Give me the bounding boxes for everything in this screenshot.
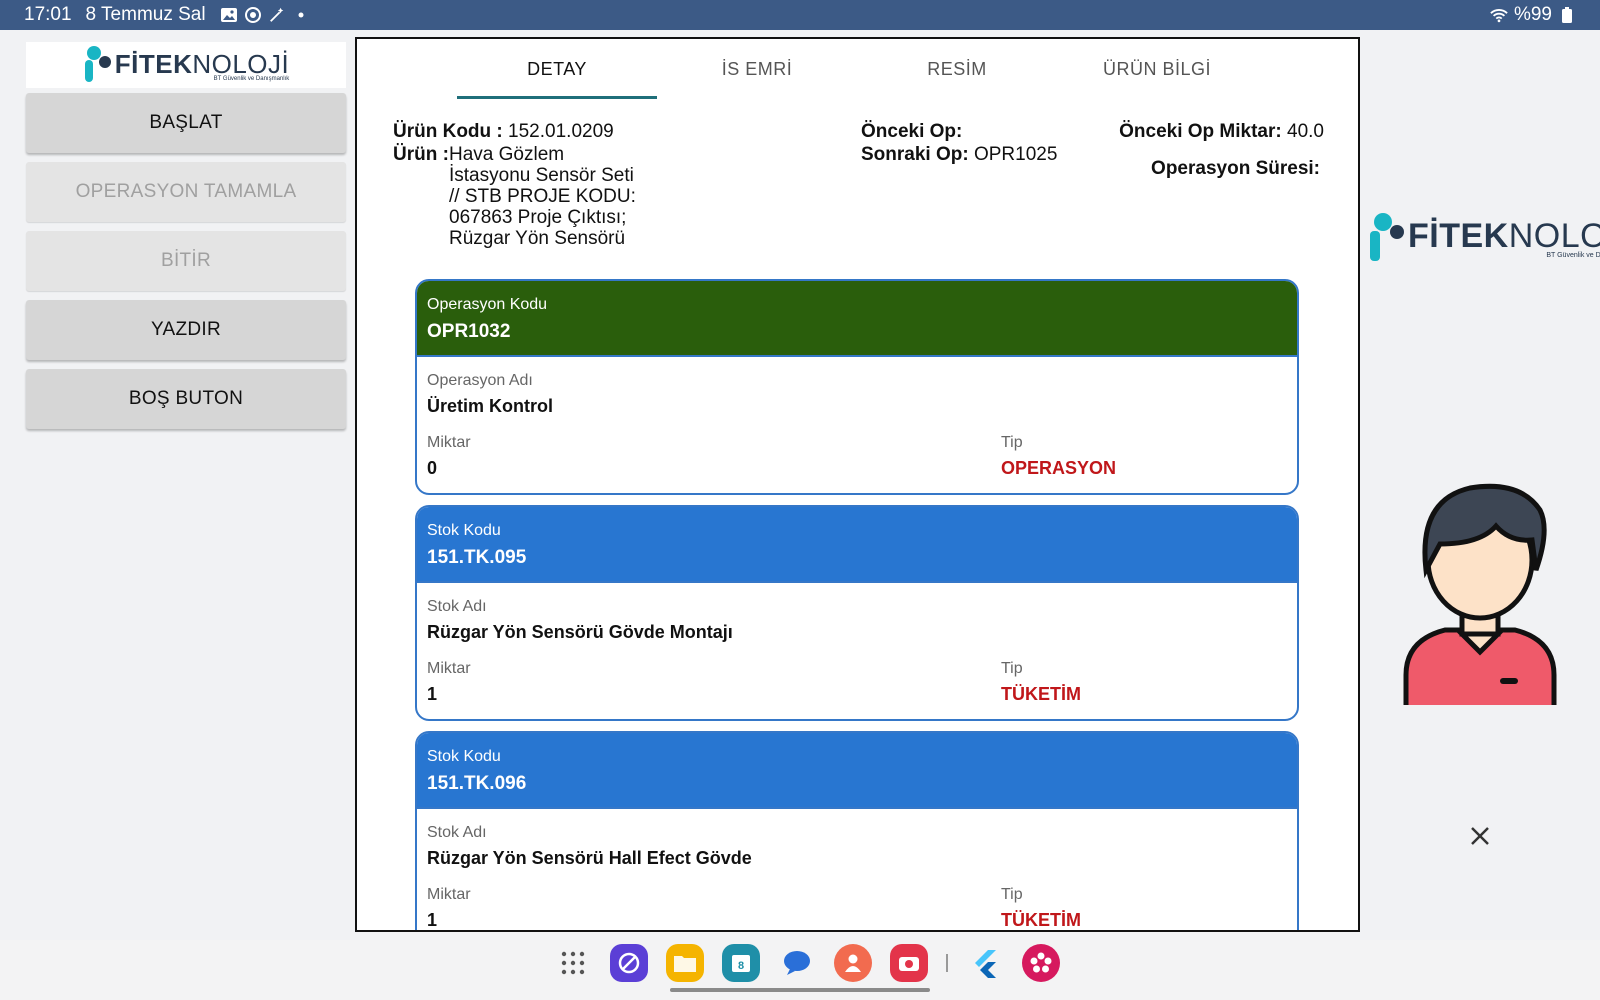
browser-icon[interactable]: [610, 944, 648, 982]
dock-divider: [946, 954, 948, 972]
card-header-label: Operasyon Kodu: [427, 296, 548, 313]
brand-mark-icon: [1368, 213, 1408, 263]
card-header-label: Stok Kodu: [427, 522, 501, 539]
messages-icon[interactable]: [778, 944, 816, 982]
card-tip-value: OPERASYON: [1001, 458, 1117, 478]
flower-app-icon[interactable]: [1022, 944, 1060, 982]
tab-bar: DETAY İS EMRİ RESİM ÜRÜN BİLGİ: [457, 39, 1257, 99]
brand-name-bold: FİTEK: [1408, 217, 1509, 255]
next-op: Sonraki Op: OPR1025: [861, 144, 1057, 165]
complete-operation-button[interactable]: OPERASYON TAMAMLA: [26, 162, 346, 222]
start-button[interactable]: BAŞLAT: [26, 93, 346, 153]
card-header: Stok Kodu 151.TK.095: [417, 507, 1297, 583]
status-time: 17:01: [24, 4, 72, 25]
card-tip-value: TÜKETİM: [1001, 684, 1081, 704]
card-header-value: 151.TK.096: [427, 773, 527, 794]
print-button[interactable]: YAZDIR: [26, 300, 346, 360]
card-name-label: Operasyon Adı: [427, 372, 533, 389]
card-qty-value: 0: [427, 458, 438, 478]
files-icon[interactable]: [666, 944, 704, 982]
user-avatar-icon: [1400, 480, 1560, 705]
card-name-label: Stok Adı: [427, 598, 487, 615]
status-bar: 17:01 8 Temmuz Sal %99: [0, 0, 1600, 30]
product-code-value: 152.01.0209: [508, 121, 614, 142]
close-icon[interactable]: [1466, 822, 1494, 850]
card-qty-label: Miktar: [427, 660, 471, 677]
product-label: Ürün :: [393, 144, 449, 165]
gallery-icon: [220, 6, 238, 24]
card-header-value: OPR1032: [427, 321, 511, 342]
product-value: Hava Gözlem İstasyonu Sensör Seti // STB…: [449, 144, 636, 249]
card-header: Stok Kodu 151.TK.096: [417, 733, 1297, 809]
card-qty-value: 1: [427, 684, 438, 704]
brand-name-light: NOLOJİ: [192, 48, 290, 79]
card-header: Operasyon Kodu OPR1032: [417, 281, 1297, 357]
card-tip-value: TÜKETİM: [1001, 910, 1081, 930]
card-qty-label: Miktar: [427, 886, 471, 903]
card-body: Stok Adı Rüzgar Yön Sensörü Gövde Montaj…: [417, 583, 1297, 719]
card-name-value: Üretim Kontrol: [427, 396, 553, 416]
operation-duration-label: Operasyon Süresi:: [1151, 158, 1320, 179]
card-tip-label: Tip: [1001, 886, 1023, 903]
calendar-day: 8: [738, 960, 744, 972]
product-code: Ürün Kodu : 152.01.0209: [393, 121, 614, 142]
tab-is-emri[interactable]: İS EMRİ: [657, 39, 857, 99]
dot-icon: [292, 6, 310, 24]
operation-list: Operasyon Kodu OPR1032 Operasyon Adı Üre…: [415, 279, 1299, 930]
tab-detay[interactable]: DETAY: [457, 39, 657, 99]
notification-icons: [220, 6, 310, 24]
previous-op-label: Önceki Op:: [861, 121, 963, 142]
operation-card[interactable]: Operasyon Kodu OPR1032 Operasyon Adı Üre…: [415, 279, 1299, 495]
contacts-icon[interactable]: [834, 944, 872, 982]
brand-mark-icon: [83, 46, 115, 84]
card-name-value: Rüzgar Yön Sensörü Hall Efect Gövde: [427, 848, 752, 868]
magic-wand-icon: [268, 6, 286, 24]
brand-logo-large: FİTEKNOLOJİ BT Güvenlik ve Danışmanlık: [1368, 213, 1600, 263]
sync-icon: [244, 6, 262, 24]
card-tip-label: Tip: [1001, 660, 1023, 677]
camera-icon[interactable]: [890, 944, 928, 982]
flutter-icon[interactable]: [966, 944, 1004, 982]
next-op-value: OPR1025: [973, 144, 1058, 165]
home-indicator[interactable]: [670, 988, 930, 992]
card-tip-label: Tip: [1001, 434, 1023, 451]
tab-urun-bilgi[interactable]: ÜRÜN BİLGİ: [1057, 39, 1257, 99]
empty-button[interactable]: BOŞ BUTON: [26, 369, 346, 429]
card-name-value: Rüzgar Yön Sensörü Gövde Montajı: [427, 622, 733, 642]
battery-icon: [1558, 6, 1576, 24]
status-date: 8 Temmuz Sal: [85, 4, 206, 25]
card-header-label: Stok Kodu: [427, 748, 501, 765]
previous-op-quantity: Önceki Op Miktar: 40.0: [1119, 121, 1324, 142]
stock-card[interactable]: Stok Kodu 151.TK.095 Stok Adı Rüzgar Yön…: [415, 505, 1299, 721]
wifi-icon: [1490, 6, 1508, 24]
next-op-label: Sonraki Op:: [861, 144, 969, 165]
detail-panel: DETAY İS EMRİ RESİM ÜRÜN BİLGİ Ürün Kodu…: [355, 37, 1360, 932]
product-code-label: Ürün Kodu :: [393, 121, 503, 142]
product: Ürün : Hava Gözlem İstasyonu Sensör Seti…: [393, 144, 639, 249]
card-name-label: Stok Adı: [427, 824, 487, 841]
finish-button[interactable]: BİTİR: [26, 231, 346, 291]
tab-resim[interactable]: RESİM: [857, 39, 1057, 99]
brand-name-bold: FİTEK: [114, 48, 193, 79]
brand-name-light: NOLOJİ: [1508, 217, 1600, 255]
battery-level: %99: [1513, 4, 1552, 25]
brand-logo: FİTEKNOLOJİ BT Güvenlik ve Danışmanlık: [26, 42, 346, 88]
card-body: Operasyon Adı Üretim Kontrol Miktar 0 Ti…: [417, 357, 1297, 493]
card-qty-label: Miktar: [427, 434, 471, 451]
card-body: Stok Adı Rüzgar Yön Sensörü Hall Efect G…: [417, 809, 1297, 930]
previous-op-quantity-label: Önceki Op Miktar:: [1119, 121, 1282, 142]
card-qty-value: 1: [427, 910, 438, 930]
previous-op: Önceki Op:: [861, 121, 962, 142]
previous-op-quantity-value: 40.0: [1287, 121, 1324, 142]
app-drawer-icon[interactable]: [554, 944, 592, 982]
card-header-value: 151.TK.095: [427, 547, 527, 568]
calendar-icon[interactable]: 8: [722, 944, 760, 982]
stock-card[interactable]: Stok Kodu 151.TK.096 Stok Adı Rüzgar Yön…: [415, 731, 1299, 930]
